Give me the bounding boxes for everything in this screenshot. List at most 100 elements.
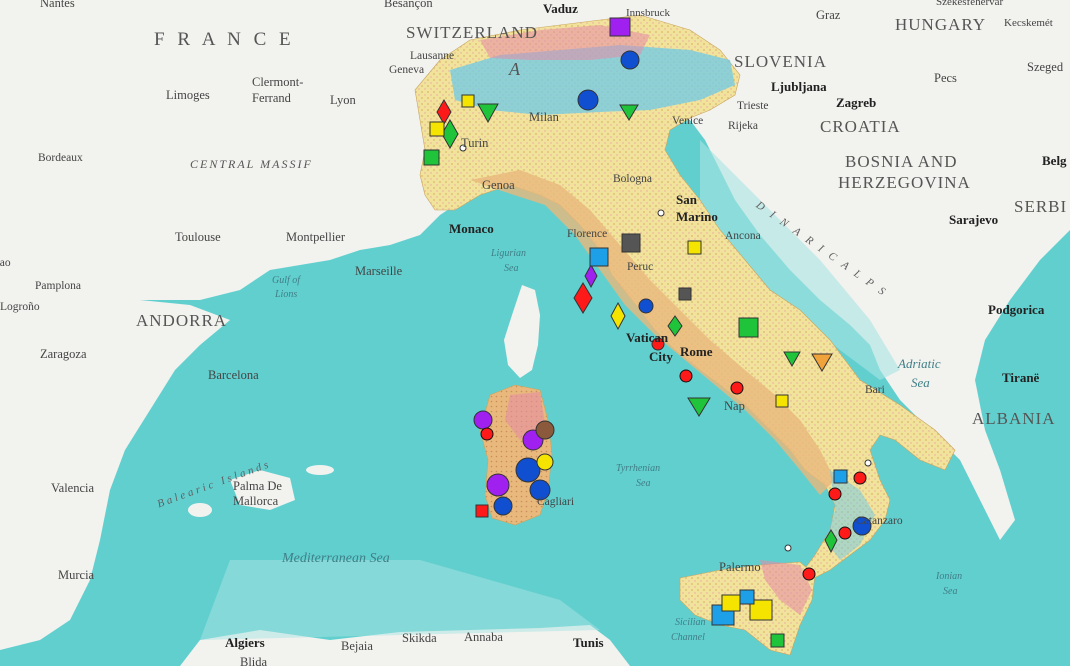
marker-square-yellow (687, 240, 702, 255)
label-city-innsbruck: Innsbruck (626, 7, 670, 19)
label-city-clermont-line2: Ferrand (252, 91, 291, 105)
marker-circle-halfred (730, 381, 744, 395)
label-sea-tyrrhenian-line1: Tyrrhenian (616, 463, 661, 474)
label-sea-sicilian-line1: Sicilian (675, 617, 706, 628)
label-city-montpellier: Montpellier (286, 230, 346, 244)
label-sea-ligurian-line1: Ligurian (491, 248, 527, 259)
label-city-turin: Turin (461, 136, 489, 150)
label-city-barcelona: Barcelona (208, 368, 259, 382)
marker-square-gray (678, 287, 692, 301)
marker-circle-halfred (838, 526, 852, 540)
marker-square-gray (621, 233, 641, 253)
label-city-tirane: Tiranë (1002, 370, 1040, 385)
label-city-logrono: Logroño (0, 301, 40, 313)
label-city-trieste: Trieste (737, 100, 769, 112)
label-city-ljubljana: Ljubljana (771, 79, 827, 94)
marker-square-blue (739, 589, 755, 605)
label-city-bari: Bari (865, 384, 885, 396)
label-region-alps: A (509, 59, 522, 79)
menorca-land (306, 465, 334, 475)
marker-square-red (475, 504, 489, 518)
marker-circle-halfred (679, 369, 693, 383)
marker-circle-halfred (828, 487, 842, 501)
label-country-switzerland: SWITZERLAND (406, 23, 538, 42)
label-city-vaduz: Vaduz (543, 1, 578, 16)
marker-circle-white (864, 459, 872, 467)
label-sea-sicilian-line2: Channel (671, 632, 705, 643)
label-city-rijeka: Rijeka (728, 120, 759, 132)
label-city-catanzaro: Catanzaro (856, 515, 903, 527)
marker-square-blue (589, 247, 609, 267)
label-city-geneva: Geneva (389, 64, 425, 76)
label-country-croatia: CROATIA (820, 117, 901, 136)
label-city-podgorica: Podgorica (988, 302, 1045, 317)
label-city-nantes: Nantes (40, 0, 75, 10)
label-city-kecskemet: Kecskemét (1004, 17, 1053, 29)
label-city-belg: Belg (1042, 153, 1067, 168)
label-city-pecs: Pecs (934, 71, 957, 85)
marker-square-blue (833, 469, 848, 484)
label-city-szeged: Szeged (1027, 60, 1064, 74)
marker-circle-blue (515, 457, 541, 483)
marker-circle-blue (638, 298, 654, 314)
label-city-rome: Rome (680, 344, 713, 359)
label-city-palermo: Palermo (719, 560, 761, 574)
label-city-lyon: Lyon (330, 93, 356, 107)
label-city-vatican-line1: Vatican (626, 330, 669, 345)
label-city-tunis: Tunis (573, 635, 604, 650)
marker-circle-purple (473, 410, 493, 430)
label-city-florence: Florence (567, 228, 608, 240)
marker-circle-halfred (802, 567, 816, 581)
label-city-pamplona: Pamplona (35, 280, 81, 292)
label-city-naples: Nap (724, 399, 745, 413)
label-city-san-marino-line1: San (676, 192, 697, 207)
marker-circle-blue (577, 89, 599, 111)
label-country-albania: ALBANIA (972, 409, 1056, 428)
label-city-valencia: Valencia (51, 481, 95, 495)
label-country-bosnia-line2: HERZEGOVINA (838, 173, 971, 192)
basemap (0, 0, 1070, 666)
marker-circle-halfred (480, 427, 494, 441)
label-city-clermont-line1: Clermont- (252, 75, 304, 89)
marker-square-yellow (429, 121, 445, 137)
label-city-venice: Venice (672, 115, 704, 127)
label-sea-adriatic-line1: Adriatic (898, 356, 941, 371)
marker-circle-white (657, 209, 665, 217)
label-country-slovenia: SLOVENIA (734, 52, 827, 71)
label-city-milan: Milan (529, 110, 559, 124)
marker-square-purple (609, 17, 631, 37)
label-city-graz: Graz (816, 8, 841, 22)
marker-square-yellow (721, 594, 741, 612)
marker-square-green (770, 633, 785, 648)
label-city-perugia: Peruc (627, 261, 654, 273)
label-city-sarajevo: Sarajevo (949, 212, 999, 227)
label-sea-ligurian-line2: Sea (504, 263, 519, 274)
label-country-andorra: ANDORRA (136, 311, 228, 330)
label-city-besancon: Besançon (384, 0, 433, 10)
marker-square-yellow (775, 394, 789, 408)
label-city-limoges: Limoges (166, 88, 210, 102)
map-view[interactable]: F R A N C E SWITZERLAND HUNGARY SLOVENIA… (0, 0, 1070, 666)
label-city-zagreb: Zagreb (836, 95, 877, 110)
label-country-france: F R A N C E (154, 29, 295, 50)
marker-circle-blue (493, 496, 513, 516)
marker-square-green (738, 317, 759, 338)
label-city-bejaia: Bejaia (341, 639, 373, 653)
label-city-zaragoza: Zaragoza (40, 347, 87, 361)
label-city-bao: bao (0, 257, 11, 269)
label-country-hungary: HUNGARY (895, 15, 987, 34)
label-country-serbia: SERBI (1014, 197, 1068, 216)
label-sea-ionian-line2: Sea (943, 586, 958, 597)
marker-circle-halfred (853, 471, 867, 485)
marker-circle-yellow (536, 453, 554, 471)
label-sea-tyrrhenian-line2: Sea (636, 478, 651, 489)
label-city-annaba: Annaba (464, 630, 503, 644)
label-region-central-massif: CENTRAL MASSIF (190, 157, 313, 171)
label-city-szekesfehervar: Székesfehérvár (936, 0, 1004, 8)
label-city-cagliari: Cagliari (537, 496, 575, 508)
label-city-bologna: Bologna (613, 173, 652, 185)
label-city-murcia: Murcia (58, 568, 95, 582)
label-sea-gulf-line2: Lions (275, 289, 298, 300)
label-city-monaco: Monaco (449, 221, 494, 236)
label-city-vatican-line2: City (649, 349, 673, 364)
